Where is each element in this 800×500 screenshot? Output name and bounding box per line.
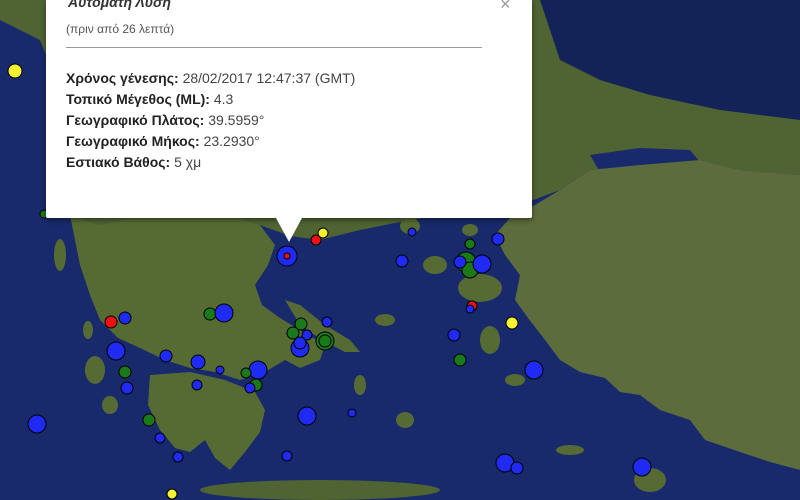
marker-blue[interactable] <box>106 341 126 361</box>
island-zakynthos <box>102 396 118 414</box>
marker-blue[interactable] <box>154 432 166 444</box>
marker-blue[interactable] <box>395 254 409 268</box>
island-lefkada <box>83 321 93 339</box>
field-longitude: Γεωγραφικό Μήκος: 23.2930° <box>66 131 355 152</box>
marker-blue[interactable] <box>524 360 544 380</box>
island-naxos <box>396 412 414 428</box>
marker-blue[interactable] <box>447 328 461 342</box>
marker-blue[interactable] <box>321 316 333 328</box>
marker-blue[interactable] <box>159 349 173 363</box>
marker-green[interactable] <box>142 413 156 427</box>
marker-blue[interactable] <box>465 304 475 314</box>
field-label: Γεωγραφικό Πλάτος: <box>66 112 205 128</box>
field-value: 23.2930° <box>203 133 260 149</box>
marker-blue[interactable] <box>120 381 134 395</box>
info-popup: Αυτόματη Λύση (πριν από 26 λεπτά) × Χρόν… <box>46 0 532 218</box>
marker-yellow[interactable] <box>166 488 178 500</box>
field-value: 39.5959° <box>208 112 265 128</box>
island-kefalonia <box>85 356 105 384</box>
field-label: Τοπικό Μέγεθος (ML): <box>66 91 210 107</box>
island-skiros <box>375 314 395 326</box>
marker-green[interactable] <box>118 365 132 379</box>
field-value: 4.3 <box>213 91 234 107</box>
marker-blue[interactable] <box>118 311 132 325</box>
close-icon[interactable]: × <box>500 0 511 15</box>
marker-blue[interactable] <box>407 227 417 237</box>
popup-subtitle: (πριν από 26 λεπτά) <box>66 22 175 36</box>
marker-green[interactable] <box>318 334 332 348</box>
marker-red[interactable] <box>104 315 118 329</box>
divider <box>66 47 482 48</box>
island-lesvos <box>458 274 502 302</box>
popup-fields: Χρόνος γένεσης: 28/02/2017 12:47:37 (GMT… <box>66 68 355 173</box>
marker-yellow[interactable] <box>7 63 23 79</box>
marker-green[interactable] <box>464 238 476 250</box>
marker-yellow[interactable] <box>317 227 329 239</box>
marker-blue[interactable] <box>453 255 467 269</box>
popup-title: Αυτόματη Λύση <box>68 0 171 10</box>
marker-blue[interactable] <box>632 457 652 477</box>
island-lemnos <box>423 256 447 274</box>
marker-blue[interactable] <box>27 414 47 434</box>
field-latitude: Γεωγραφικό Πλάτος: 39.5959° <box>66 110 355 131</box>
marker-green[interactable] <box>203 307 217 321</box>
field-label: Εστιακό Βάθος: <box>66 154 171 170</box>
field-magnitude: Τοπικό Μέγεθος (ML): 4.3 <box>66 89 355 110</box>
marker-blue[interactable] <box>190 354 206 370</box>
marker-blue[interactable] <box>510 461 524 475</box>
island-samos <box>505 374 525 386</box>
popup-pointer <box>276 218 302 242</box>
marker-blue[interactable] <box>293 336 307 350</box>
marker-blue[interactable] <box>214 303 234 323</box>
island-corfu <box>54 239 66 271</box>
marker-blue[interactable] <box>191 379 203 391</box>
island-kos <box>556 445 584 455</box>
field-value: 28/02/2017 12:47:37 (GMT) <box>182 70 356 86</box>
marker-blue[interactable] <box>248 360 268 380</box>
island-crete-east <box>200 480 440 500</box>
marker-blue[interactable] <box>172 451 184 463</box>
marker-blue[interactable] <box>244 382 256 394</box>
field-label: Χρόνος γένεσης: <box>66 70 179 86</box>
island-chios <box>480 326 500 354</box>
marker-blue[interactable] <box>215 365 225 375</box>
field-label: Γεωγραφικό Μήκος: <box>66 133 200 149</box>
marker-blue[interactable] <box>472 254 492 274</box>
island-andros <box>354 375 366 395</box>
field-origin-time: Χρόνος γένεσης: 28/02/2017 12:47:37 (GMT… <box>66 68 355 89</box>
marker-blue[interactable] <box>347 408 357 418</box>
marker-green[interactable] <box>240 367 252 379</box>
marker-blue[interactable] <box>281 450 293 462</box>
marker-blue[interactable] <box>297 406 317 426</box>
island-samothraki <box>462 224 478 236</box>
marker-red-main-event[interactable] <box>283 252 291 260</box>
marker-green[interactable] <box>453 353 467 367</box>
marker-yellow[interactable] <box>505 316 519 330</box>
marker-blue[interactable] <box>491 232 505 246</box>
field-depth: Εστιακό Βάθος: 5 χμ <box>66 152 355 173</box>
field-value: 5 χμ <box>174 154 202 170</box>
